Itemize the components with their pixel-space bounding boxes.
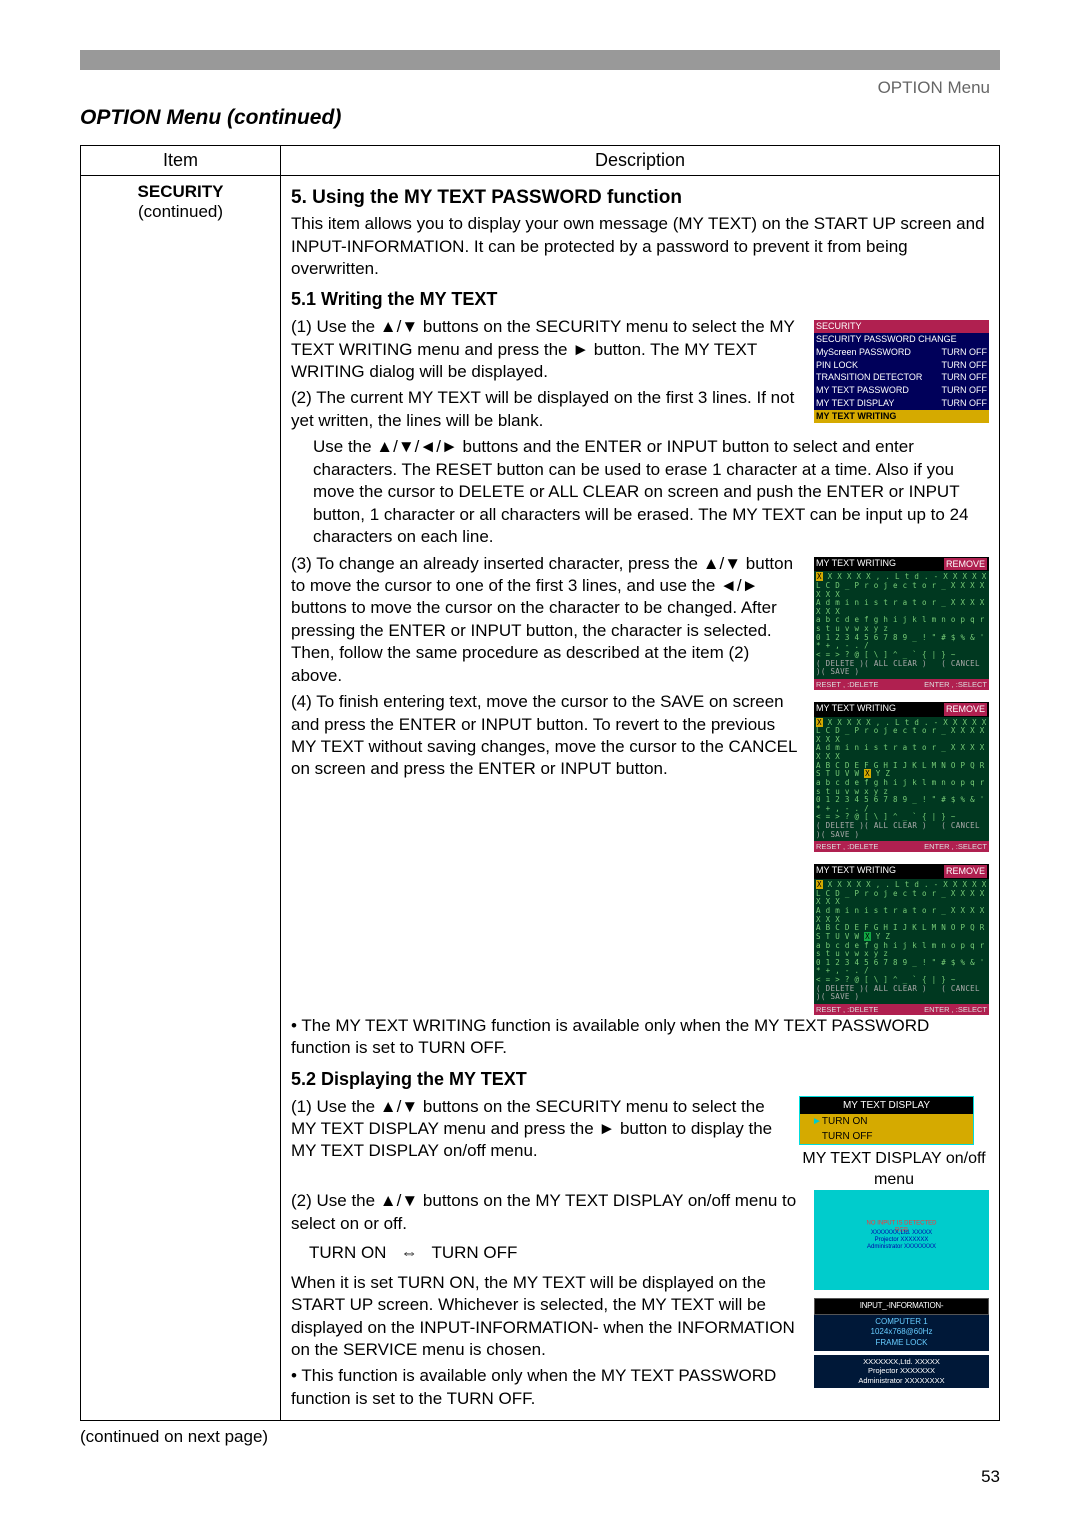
col-description: Description [281,146,1000,176]
menu-pointer-icon: ► [812,1115,822,1128]
step-3: (3) To change an already inserted charac… [291,553,804,688]
col-item: Item [81,146,281,176]
step-4: (4) To finish entering text, move the cu… [291,691,804,781]
writing-dialog-1: MY TEXT WRITINGREMOVE X X X X X X , . L … [814,557,989,690]
toggle-values: TURN ON TURN OFF [291,1239,804,1267]
step-52-3: When it is set TURN ON, the MY TEXT will… [291,1272,804,1362]
continued-note: (continued on next page) [80,1427,1000,1447]
writing-dialog-2: MY TEXT WRITINGREMOVE X X X X X X , . L … [814,702,989,853]
header-breadcrumb: OPTION Menu [80,75,1000,106]
item-name: SECURITY [138,182,224,201]
step-1: (1) Use the ▲/▼ buttons on the SECURITY … [291,316,804,383]
page-title: OPTION Menu (continued) [80,106,1000,130]
writing-dialog-3: MY TEXT WRITINGREMOVE X X X X X X , . L … [814,864,989,1015]
header-bar [80,50,1000,70]
double-arrow-icon [401,1243,418,1262]
display-onoff-menu: MY TEXT DISPLAY ►TURN ON ►TURN OFF [799,1096,974,1146]
heading-5-1: 5.1 Writing the MY TEXT [291,288,989,312]
note-52: • This function is available only when t… [291,1365,804,1410]
description-cell: 5. Using the MY TEXT PASSWORD function T… [281,176,1000,1421]
item-note: (continued) [138,202,223,221]
heading-5: 5. Using the MY TEXT PASSWORD function [291,185,989,210]
option-table: Item Description SECURITY (continued) 5.… [80,145,1000,1421]
step-2-rest: Use the ▲/▼/◄/► buttons and the ENTER or… [291,436,989,548]
note-51: • The MY TEXT WRITING function is availa… [291,1015,989,1060]
heading-5-2: 5.2 Displaying the MY TEXT [291,1068,989,1092]
step-2-lead: (2) The current MY TEXT will be displaye… [291,387,804,432]
step-52-1: (1) Use the ▲/▼ buttons on the SECURITY … [291,1096,789,1163]
startup-screen-preview: NO INPUT IS DETECTEDRGB XXXXXXX,Ltd. XXX… [814,1190,989,1290]
page-number: 53 [80,1467,1000,1487]
input-information-preview: INPUT_-INFORMATION- COMPUTER 1 1024x768@… [814,1298,989,1388]
display-caption: MY TEXT DISPLAY on/off menu [799,1148,989,1190]
security-menu-screenshot: SECURITY SECURITY PASSWORD CHANGE MyScre… [814,320,989,422]
step-52-2: (2) Use the ▲/▼ buttons on the MY TEXT D… [291,1190,804,1235]
intro-text: This item allows you to display your own… [291,213,989,280]
item-cell: SECURITY (continued) [81,176,281,1421]
